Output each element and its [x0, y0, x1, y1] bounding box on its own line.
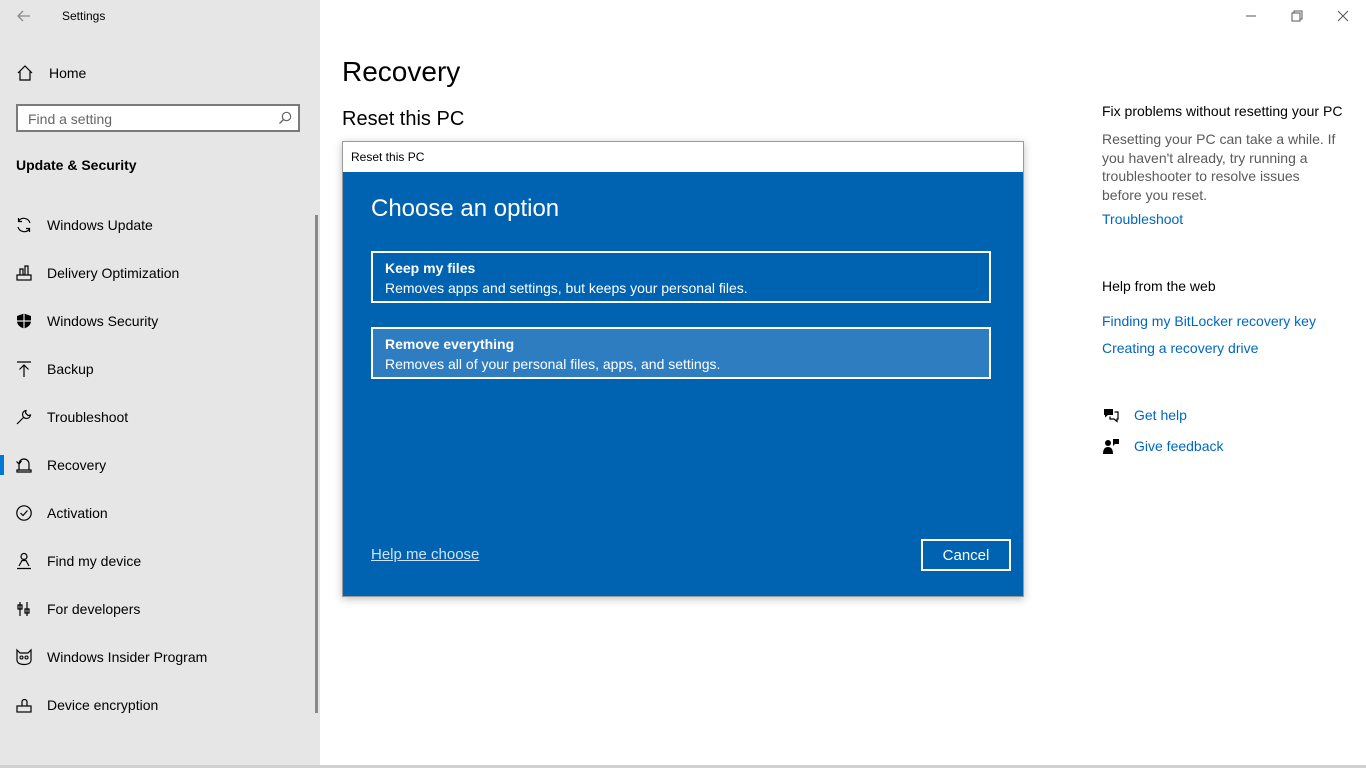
option-description: Removes all of your personal files, apps… [385, 356, 721, 372]
dialog-titlebar: Reset this PC [343, 142, 1023, 172]
active-indicator [0, 455, 4, 475]
search-box[interactable] [16, 104, 300, 132]
sidebar-scrollbar[interactable] [315, 215, 318, 713]
fix-problems-title: Fix problems without resetting your PC [1102, 103, 1343, 119]
person-location-icon [17, 552, 31, 570]
sidebar-item-backup[interactable]: Backup [0, 349, 316, 389]
option-description: Removes apps and settings, but keeps you… [385, 280, 748, 296]
home-button[interactable]: Home [16, 62, 86, 84]
home-icon [17, 65, 33, 81]
troubleshoot-link[interactable]: Troubleshoot [1102, 211, 1183, 227]
give-feedback-label: Give feedback [1134, 438, 1224, 454]
sidebar-item-activation[interactable]: Activation [0, 493, 316, 533]
sidebar-item-find-my-device[interactable]: Find my device [0, 541, 316, 581]
sidebar-item-label: Find my device [47, 553, 142, 569]
option-title: Keep my files [385, 260, 476, 276]
get-help-label: Get help [1134, 407, 1187, 423]
wrench-icon [16, 409, 32, 425]
cancel-button[interactable]: Cancel [921, 539, 1011, 571]
close-button[interactable] [1333, 6, 1353, 26]
fix-problems-text: Resetting your PC can take a while. If y… [1102, 131, 1336, 203]
sidebar-item-recovery[interactable]: Recovery [0, 445, 316, 485]
sidebar-item-windows-insider-program[interactable]: Windows Insider Program [0, 637, 316, 677]
get-help-icon [1104, 409, 1119, 423]
help-me-choose-link[interactable]: Help me choose [371, 546, 479, 563]
sidebar-item-label: Activation [47, 505, 108, 521]
recovery-drive-link[interactable]: Creating a recovery drive [1102, 340, 1258, 356]
sidebar-item-windows-update[interactable]: Windows Update [0, 205, 316, 245]
sidebar-item-troubleshoot[interactable]: Troubleshoot [0, 397, 316, 437]
sidebar-item-label: Windows Security [47, 313, 159, 329]
reset-pc-dialog: Reset this PC Choose an option Keep my f… [342, 141, 1024, 597]
check-circle-icon [16, 505, 32, 521]
back-arrow-icon [17, 10, 30, 22]
restore-button[interactable] [1287, 6, 1307, 26]
restore-icon [1291, 10, 1303, 22]
encryption-icon [16, 698, 32, 713]
sidebar-section-title: Update & Security [16, 157, 137, 173]
sidebar-item-delivery-optimization[interactable]: Delivery Optimization [0, 253, 316, 293]
get-help-link[interactable]: Get help [1102, 406, 1187, 424]
sidebar-item-label: Backup [47, 361, 94, 377]
option-title: Remove everything [385, 336, 515, 352]
sidebar-item-label: Troubleshoot [47, 409, 129, 425]
back-button[interactable] [14, 6, 34, 26]
page-title: Recovery [342, 56, 461, 87]
recovery-icon [16, 458, 32, 473]
sidebar-item-label: Delivery Optimization [47, 265, 180, 281]
help-from-web-title: Help from the web [1102, 278, 1216, 294]
dialog-heading: Choose an option [371, 195, 560, 222]
home-label: Home [49, 65, 87, 81]
delivery-icon [16, 265, 32, 281]
search-input[interactable] [18, 106, 280, 132]
search-icon[interactable] [278, 111, 292, 125]
minimize-icon [1246, 15, 1256, 17]
sidebar-item-for-developers[interactable]: For developers [0, 589, 316, 629]
sidebar: Settings Home Update & Security Windows … [0, 0, 320, 768]
give-feedback-link[interactable]: Give feedback [1102, 437, 1224, 455]
bitlocker-key-link[interactable]: Finding my BitLocker recovery key [1102, 313, 1316, 329]
insider-cat-icon [16, 648, 32, 666]
sidebar-item-label: Windows Update [47, 217, 153, 233]
developer-tools-icon [17, 602, 30, 616]
sidebar-item-device-encryption[interactable]: Device encryption [0, 685, 316, 725]
section-title: Reset this PC [342, 108, 465, 130]
backup-arrow-icon [17, 361, 31, 377]
minimize-button[interactable] [1241, 6, 1261, 26]
dialog-title: Reset this PC [351, 150, 425, 164]
remove-everything-option[interactable]: Remove everything Removes all of your pe… [371, 327, 991, 379]
close-icon [1337, 10, 1349, 22]
sidebar-item-windows-security[interactable]: Windows Security [0, 301, 316, 341]
sidebar-item-label: Windows Insider Program [47, 649, 208, 665]
sync-icon [17, 217, 31, 233]
sidebar-item-label: Recovery [47, 457, 107, 473]
sidebar-item-label: Device encryption [47, 697, 159, 713]
shield-icon [17, 313, 31, 329]
sidebar-item-label: For developers [47, 601, 141, 617]
keep-my-files-option[interactable]: Keep my files Removes apps and settings,… [371, 251, 991, 303]
app-title: Settings [62, 9, 106, 23]
feedback-icon [1103, 439, 1119, 454]
